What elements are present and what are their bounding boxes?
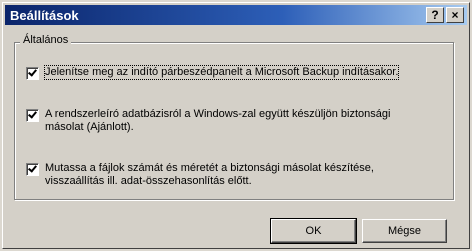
help-button[interactable]: ? xyxy=(426,7,444,23)
option-show-file-stats[interactable]: Mutassa a fájlok számát és méretét a biz… xyxy=(26,162,374,188)
option-backup-registry[interactable]: A rendszerleíró adatbázisról a Windows-z… xyxy=(26,108,390,134)
show-startup-dialog-label: Jelenítse meg az indító párbeszédpanelt … xyxy=(43,65,400,80)
title-bar-buttons: ? × xyxy=(426,7,464,23)
close-button[interactable]: × xyxy=(446,7,464,23)
show-file-stats-label-line2: visszaállítás ill. adat-összehasonlítás … xyxy=(45,175,252,187)
backup-registry-label-line2: másolat (Ajánlott). xyxy=(45,121,134,133)
show-file-stats-checkbox[interactable] xyxy=(26,163,39,176)
title-bar[interactable]: Beállítások ? × xyxy=(5,5,467,25)
show-file-stats-label: Mutassa a fájlok számát és méretét a biz… xyxy=(45,162,374,188)
option-show-startup-dialog[interactable]: Jelenítse meg az indító párbeszédpanelt … xyxy=(26,65,400,80)
general-group-label: Általános xyxy=(20,34,72,46)
backup-registry-label: A rendszerleíró adatbázisról a Windows-z… xyxy=(45,108,390,134)
ok-button[interactable]: OK xyxy=(270,218,357,244)
dialog-title: Beállítások xyxy=(10,7,79,23)
backup-registry-checkbox[interactable] xyxy=(26,109,39,122)
show-file-stats-label-line1: Mutassa a fájlok számát és méretét a biz… xyxy=(45,162,374,174)
cancel-button[interactable]: Mégse xyxy=(362,219,447,243)
backup-registry-label-line1: A rendszerleíró adatbázisról a Windows-z… xyxy=(45,108,391,120)
show-startup-dialog-checkbox[interactable] xyxy=(26,67,39,80)
